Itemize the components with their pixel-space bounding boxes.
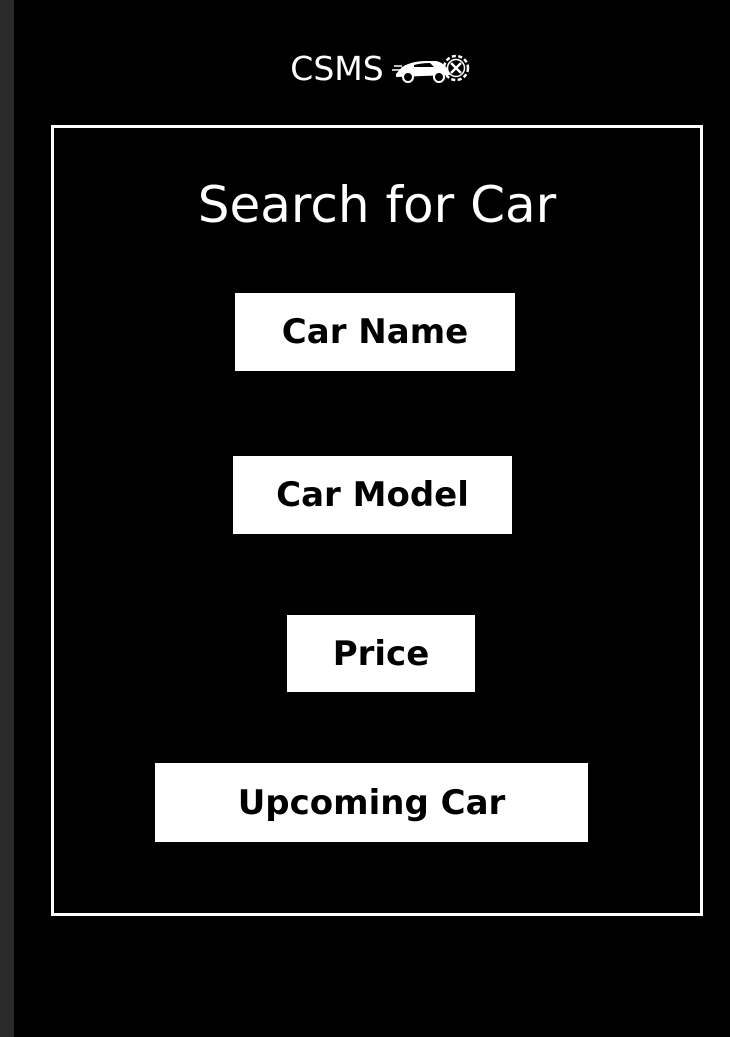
- panel-title: Search for Car: [197, 176, 557, 234]
- price-button[interactable]: Price: [287, 615, 475, 692]
- car-model-button[interactable]: Car Model: [233, 456, 512, 534]
- upcoming-car-button[interactable]: Upcoming Car: [155, 763, 588, 842]
- app-screen: CSMS Search for Car Car Name Car Model P…: [14, 0, 730, 1037]
- search-panel: Search for Car Car Name Car Model Price …: [51, 125, 703, 916]
- app-title: CSMS: [290, 48, 384, 88]
- car-wrench-gear-icon: [391, 48, 474, 88]
- app-header: CSMS: [14, 44, 730, 92]
- car-name-button[interactable]: Car Name: [235, 293, 515, 371]
